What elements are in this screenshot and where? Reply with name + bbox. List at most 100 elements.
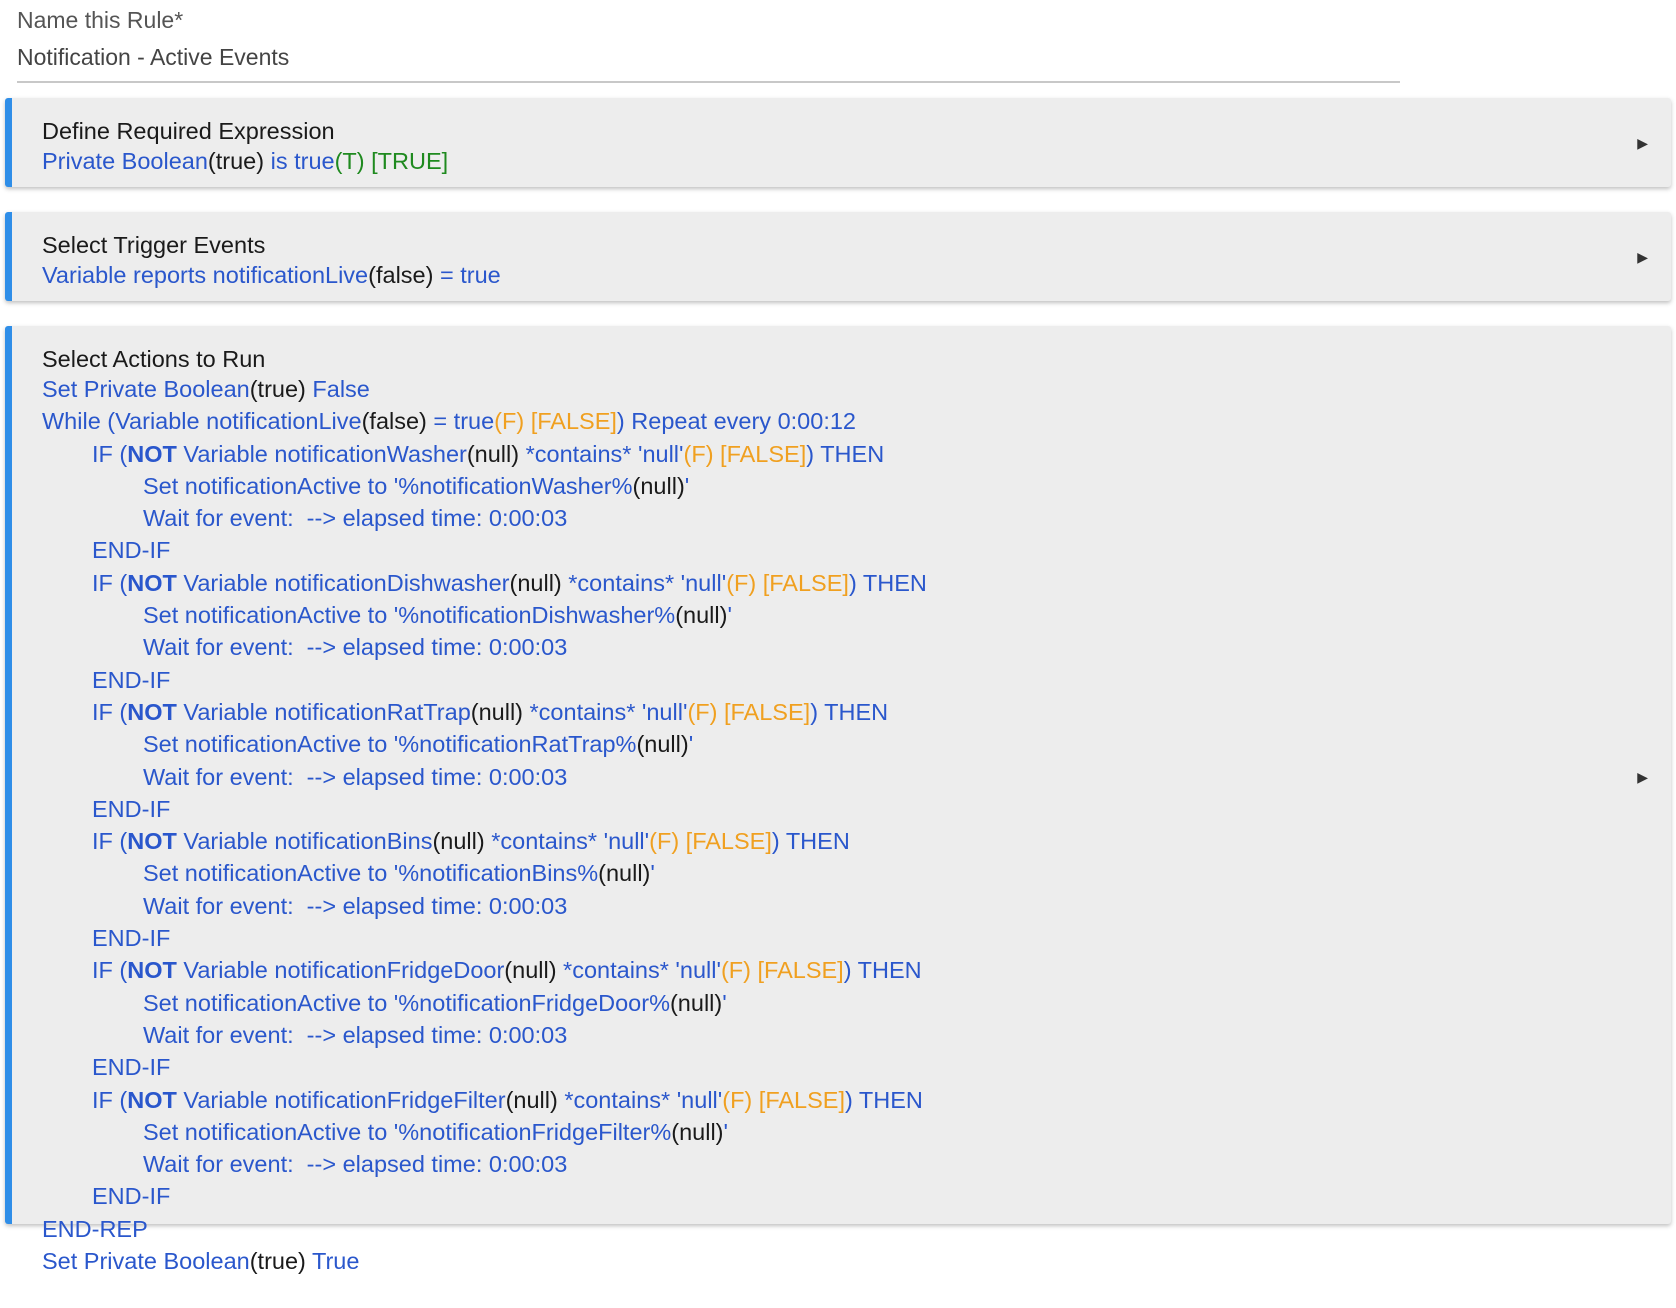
rule-text-segment: (true) [249, 1248, 306, 1275]
rule-text-segment: (F) [FALSE] [687, 698, 811, 725]
action-line: Set notificationActive to '%notification… [42, 1116, 927, 1148]
action-line: Wait for event: --> elapsed time: 0:00:0… [42, 890, 927, 922]
rule-text-segment: IF ( [92, 1086, 128, 1113]
rule-text-segment: END-IF [92, 1183, 171, 1210]
action-line: While (Variable notificationLive(false) … [42, 405, 927, 437]
rule-text-segment: (false) [368, 262, 434, 288]
rule-text-segment: (F) [FALSE] [649, 828, 772, 855]
rule-text-segment: (null) [632, 472, 685, 499]
rule-text-segment: *contains* 'null' [561, 569, 727, 596]
rule-text-segment: Set Private Boolean [42, 376, 250, 402]
action-line: IF (NOT Variable notificationDishwasher(… [42, 567, 927, 599]
rule-text-segment: Wait for event: --> elapsed time: 0:00:0… [143, 505, 568, 532]
rule-text-segment: NOT [127, 957, 177, 984]
rule-text-segment: ' [684, 472, 690, 499]
action-line: Wait for event: --> elapsed time: 0:00:0… [42, 1019, 927, 1051]
rule-text-segment: While (Variable notificationLive [42, 408, 362, 435]
rule-text-segment: Set notificationActive to '%notification… [143, 472, 633, 499]
action-line: END-IF [42, 1180, 927, 1212]
action-line: Wait for event: --> elapsed time: 0:00:0… [42, 761, 927, 793]
rule-text-segment: Variable notificationFridgeDoor [176, 957, 505, 984]
rule-text-segment: ) THEN [810, 698, 889, 725]
rule-text-segment: (null) [432, 828, 485, 855]
rule-text-segment: ) THEN [848, 569, 927, 596]
rule-text-segment: END-IF [92, 666, 171, 693]
rule-text-segment: False [305, 376, 370, 402]
rule-text-segment: END-IF [92, 537, 171, 564]
action-line: END-IF [42, 1051, 927, 1083]
rule-text-segment: Set notificationActive to '%notification… [143, 602, 676, 629]
rule-text-segment: (null) [636, 731, 689, 758]
rule-text-segment: (F) [FALSE] [722, 1086, 845, 1113]
rule-text-segment: NOT [127, 828, 177, 855]
rule-text-segment: (T) [TRUE] [334, 148, 449, 174]
rule-text-segment: *contains* 'null' [519, 440, 684, 467]
rule-text-segment: *contains* 'null' [556, 957, 721, 984]
action-line: IF (NOT Variable notificationFridgeDoor(… [42, 954, 927, 986]
rule-text-segment: NOT [127, 698, 177, 725]
rule-text-segment: Variable notificationWasher [176, 440, 467, 467]
action-line: Set Private Boolean(true) False [42, 373, 927, 405]
actions-list: Set Private Boolean(true) False While (Va… [42, 373, 927, 1277]
trigger-events-title: Select Trigger Events [42, 232, 266, 258]
expand-arrow-icon[interactable]: ▶ [1637, 769, 1648, 786]
trigger-events-value: Variable reports notificationLive(false)… [42, 259, 501, 291]
action-line: Wait for event: --> elapsed time: 0:00:0… [42, 1148, 927, 1180]
action-line: Wait for event: --> elapsed time: 0:00:0… [42, 631, 927, 663]
rule-text-segment: NOT [127, 569, 177, 596]
rule-text-segment: (null) [675, 602, 728, 629]
trigger-events-section[interactable]: Select Trigger Events Variable reports n… [5, 212, 1671, 301]
rule-text-segment: ) THEN [843, 957, 922, 984]
rule-text-segment: ) THEN [845, 1086, 923, 1113]
rule-text-segment: ) THEN [771, 828, 850, 855]
action-line: Set notificationActive to '%notification… [42, 470, 927, 502]
action-line: IF (NOT Variable notificationRatTrap(nul… [42, 696, 927, 728]
rule-text-segment: Set notificationActive to '%notification… [143, 989, 670, 1016]
rule-text-segment: *contains* 'null' [484, 828, 650, 855]
rule-text-segment: *contains* 'null' [557, 1086, 723, 1113]
rule-text-segment: Variable notificationBins [176, 828, 433, 855]
action-line: Set Private Boolean(true) True [42, 1245, 927, 1277]
expand-arrow-icon[interactable]: ▶ [1637, 249, 1648, 266]
rule-text-segment: ' [727, 602, 732, 629]
rule-text-segment: NOT [127, 440, 177, 467]
rule-text-segment: (null) [671, 1118, 724, 1145]
rule-text-segment: (null) [669, 989, 723, 1016]
rule-text-segment: (null) [470, 698, 523, 725]
rule-text-segment: (F) [FALSE] [720, 957, 844, 984]
rule-text-segment: (true) [249, 376, 306, 402]
actions-section[interactable]: Select Actions to Run Set Private Boolea… [5, 326, 1671, 1274]
rule-text-segment: Wait for event: --> elapsed time: 0:00:0… [143, 892, 568, 919]
rule-text-segment: ' [650, 860, 655, 887]
rule-text-segment: END-IF [92, 795, 171, 822]
rule-text-segment: Set notificationActive to '%notification… [143, 860, 599, 887]
rule-text-segment: IF ( [92, 440, 128, 467]
rule-text-segment: Variable reports notificationLive [42, 262, 369, 288]
rule-text-segment: (F) [FALSE] [494, 408, 617, 435]
rule-text-segment: (null) [505, 1086, 558, 1113]
action-line: END-IF [42, 534, 927, 566]
action-line: IF (NOT Variable notificationWasher(null… [42, 438, 927, 470]
rule-text-segment: Variable notificationFridgeFilter [176, 1086, 506, 1113]
required-expression-section[interactable]: Define Required Expression Private Boole… [5, 98, 1671, 187]
expand-arrow-icon[interactable]: ▶ [1637, 135, 1648, 152]
rule-text-segment: = true [433, 262, 501, 288]
rule-text-segment: *contains* 'null' [523, 698, 688, 725]
action-line: IF (NOT Variable notificationFridgeFilte… [42, 1084, 927, 1116]
rule-name-input[interactable] [17, 36, 1400, 83]
action-line: END-REP [42, 1213, 927, 1245]
rule-text-segment: (null) [466, 440, 520, 467]
action-line: END-IF [42, 664, 927, 696]
rule-text-segment: Variable notificationRatTrap [176, 698, 471, 725]
rule-text-segment: (null) [504, 957, 557, 984]
rule-text-segment: Wait for event: --> elapsed time: 0:00:0… [143, 634, 568, 661]
rule-text-segment: True [305, 1248, 360, 1275]
rule-text-segment: Variable notificationDishwasher [176, 569, 510, 596]
rule-text-segment: Wait for event: --> elapsed time: 0:00:0… [143, 1151, 568, 1178]
rule-text-segment: Private Boolean [42, 148, 208, 174]
rule-text-segment: IF ( [92, 828, 128, 855]
action-line: IF (NOT Variable notificationBins(null) … [42, 825, 927, 857]
rule-text-segment: ' [722, 989, 727, 1016]
rule-text-segment: = true [426, 408, 495, 435]
rule-text-segment: Set notificationActive to '%notification… [143, 1118, 672, 1145]
